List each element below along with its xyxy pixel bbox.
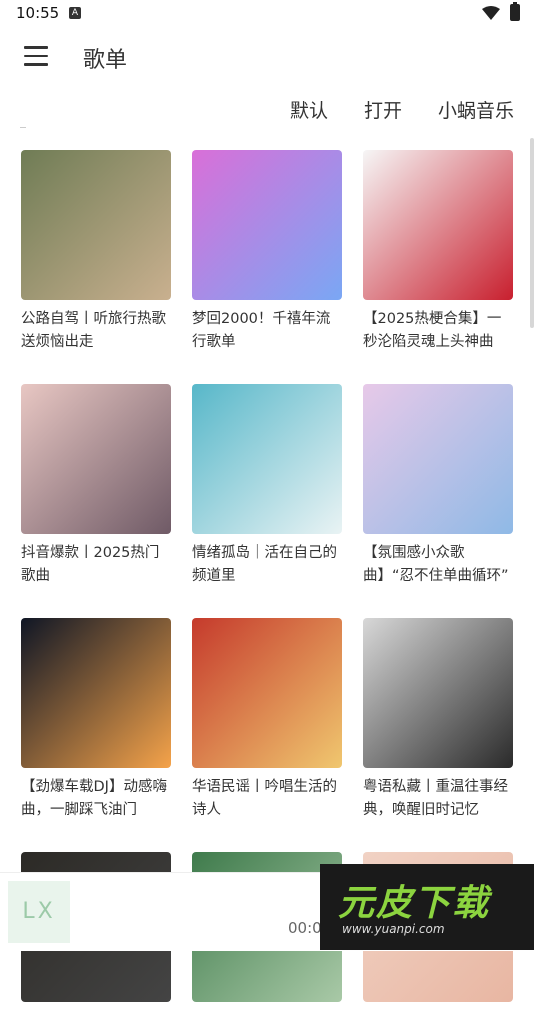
playlist-title: 华语民谣丨吟唱生活的诗人: [192, 779, 337, 818]
source-xiaowo-music[interactable]: 小蜗音乐: [438, 96, 514, 123]
playlist-card[interactable]: 粤语私藏丨重温往事经典，唤醒旧时记忆: [363, 618, 513, 822]
playlist-title: 公路自驾丨听旅行热歌送烦恼出走: [21, 311, 166, 350]
playlist-card[interactable]: 华语民谣丨吟唱生活的诗人: [192, 618, 342, 822]
status-time: 10:55: [16, 4, 60, 22]
divider: [20, 127, 26, 128]
playlist-cover-image[interactable]: [363, 618, 513, 768]
playlist-cover-image[interactable]: [21, 384, 171, 534]
page-title: 歌单: [83, 48, 128, 73]
playlist-cover-image[interactable]: [363, 150, 513, 300]
playlist-title: 【2025热梗合集】一秒沦陷灵魂上头神曲: [363, 311, 502, 350]
player-logo: LX: [8, 881, 70, 943]
watermark-logo: 元皮下载 www.yuanpi.com: [320, 864, 534, 950]
menu-icon[interactable]: [24, 46, 48, 66]
playlist-card[interactable]: 【2025热梗合集】一秒沦陷灵魂上头神曲: [363, 150, 513, 354]
playlist-card[interactable]: 情绪孤岛｜活在自己的频道里: [192, 384, 342, 588]
watermark-text: 元皮下载: [338, 883, 491, 924]
playlist-title: 抖音爆款丨2025热门歌曲: [21, 545, 160, 584]
playlist-card[interactable]: 【氛围感小众歌曲】“忍不住单曲循环”: [363, 384, 513, 588]
source-default[interactable]: 默认: [290, 96, 328, 123]
source-open[interactable]: 打开: [364, 96, 402, 123]
scrollbar[interactable]: [530, 138, 534, 328]
status-bar: 10:55 A: [0, 0, 534, 28]
playlist-title: 情绪孤岛｜活在自己的频道里: [192, 545, 337, 584]
playlist-title: 【氛围感小众歌曲】“忍不住单曲循环”: [363, 545, 509, 584]
playlist-cover-image[interactable]: [192, 150, 342, 300]
playlist-card[interactable]: 公路自驾丨听旅行热歌送烦恼出走: [21, 150, 171, 354]
playlist-cover-image[interactable]: [192, 384, 342, 534]
wifi-icon: [482, 6, 500, 20]
battery-icon: [510, 2, 520, 21]
playlist-cover-image[interactable]: [192, 618, 342, 768]
playlist-card[interactable]: 梦回2000！千禧年流行歌单: [192, 150, 342, 354]
playlist-cover-image[interactable]: [21, 150, 171, 300]
playlist-title: 粤语私藏丨重温往事经典，唤醒旧时记忆: [363, 779, 508, 818]
source-tabs: 默认 打开 小蜗音乐: [290, 96, 514, 123]
playlist-card[interactable]: 抖音爆款丨2025热门歌曲: [21, 384, 171, 588]
playlist-title: 【劲爆车载DJ】动感嗨曲，一脚踩飞油门: [21, 779, 167, 818]
playlist-card[interactable]: 【劲爆车载DJ】动感嗨曲，一脚踩飞油门: [21, 618, 171, 822]
notification-a-icon: A: [69, 7, 81, 19]
playlist-title: 梦回2000！千禧年流行歌单: [192, 311, 331, 350]
playlist-cover-image[interactable]: [363, 384, 513, 534]
playlist-cover-image[interactable]: [21, 618, 171, 768]
app-bar: 歌单: [0, 28, 534, 86]
watermark-url: www.yuanpi.com: [342, 922, 445, 936]
